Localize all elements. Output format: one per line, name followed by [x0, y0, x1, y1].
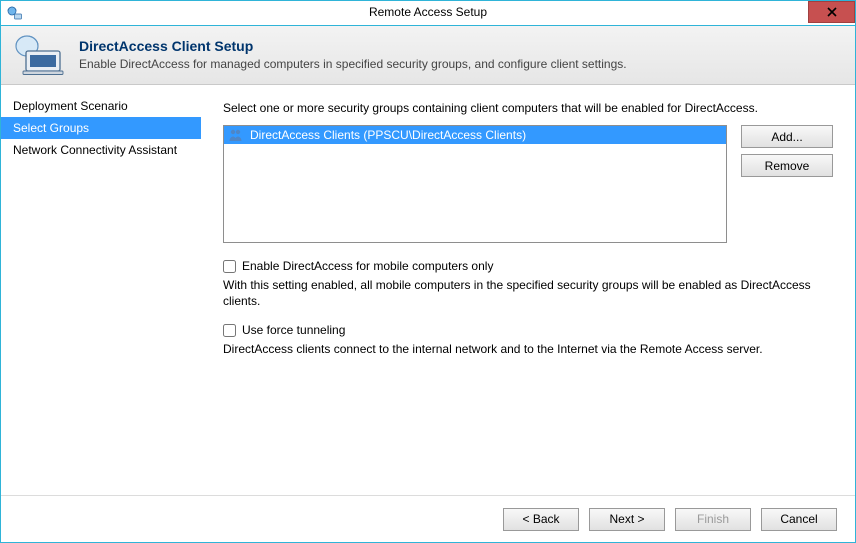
page-subtitle: Enable DirectAccess for managed computer… — [79, 57, 627, 71]
force-tunnel-help: DirectAccess clients connect to the inte… — [223, 341, 813, 357]
force-tunnel-checkbox-row[interactable]: Use force tunneling — [223, 323, 833, 337]
footer: < Back Next > Finish Cancel — [1, 495, 855, 542]
header: DirectAccess Client Setup Enable DirectA… — [1, 26, 855, 85]
header-text: DirectAccess Client Setup Enable DirectA… — [79, 38, 627, 71]
groups-row: DirectAccess Clients (PPSCU\DirectAccess… — [223, 125, 833, 243]
sidebar-item-label: Network Connectivity Assistant — [13, 143, 177, 157]
group-icon — [228, 127, 244, 143]
page-title: DirectAccess Client Setup — [79, 38, 627, 55]
app-icon — [7, 5, 23, 21]
sidebar-item-label: Select Groups — [13, 121, 89, 135]
mobile-only-checkbox-row[interactable]: Enable DirectAccess for mobile computers… — [223, 259, 833, 273]
sidebar-item-label: Deployment Scenario — [13, 99, 128, 113]
finish-button[interactable]: Finish — [675, 508, 751, 531]
cancel-button[interactable]: Cancel — [761, 508, 837, 531]
force-tunnel-label: Use force tunneling — [242, 323, 345, 337]
step-sidebar: Deployment Scenario Select Groups Networ… — [1, 85, 201, 495]
sidebar-item-deployment[interactable]: Deployment Scenario — [1, 95, 201, 117]
add-button[interactable]: Add... — [741, 125, 833, 148]
next-button[interactable]: Next > — [589, 508, 665, 531]
mobile-only-help: With this setting enabled, all mobile co… — [223, 277, 813, 309]
mobile-only-checkbox[interactable] — [223, 260, 236, 273]
force-tunnel-checkbox[interactable] — [223, 324, 236, 337]
window-title: Remote Access Setup — [1, 5, 855, 19]
sidebar-item-select-groups[interactable]: Select Groups — [1, 117, 201, 139]
close-icon — [827, 7, 837, 17]
instruction-text: Select one or more security groups conta… — [223, 101, 833, 115]
close-button[interactable] — [808, 1, 855, 23]
security-groups-list[interactable]: DirectAccess Clients (PPSCU\DirectAccess… — [223, 125, 727, 243]
list-item[interactable]: DirectAccess Clients (PPSCU\DirectAccess… — [224, 126, 726, 144]
window-root: Remote Access Setup DirectAccess Client … — [0, 0, 856, 543]
content-pane: Select one or more security groups conta… — [201, 85, 855, 495]
mobile-only-label: Enable DirectAccess for mobile computers… — [242, 259, 493, 273]
wizard-icon — [13, 34, 65, 76]
body: Deployment Scenario Select Groups Networ… — [1, 85, 855, 495]
titlebar: Remote Access Setup — [1, 1, 855, 26]
back-button[interactable]: < Back — [503, 508, 579, 531]
remove-button[interactable]: Remove — [741, 154, 833, 177]
list-item-label: DirectAccess Clients (PPSCU\DirectAccess… — [250, 128, 526, 142]
sidebar-item-nca[interactable]: Network Connectivity Assistant — [1, 139, 201, 161]
list-buttons: Add... Remove — [741, 125, 833, 177]
